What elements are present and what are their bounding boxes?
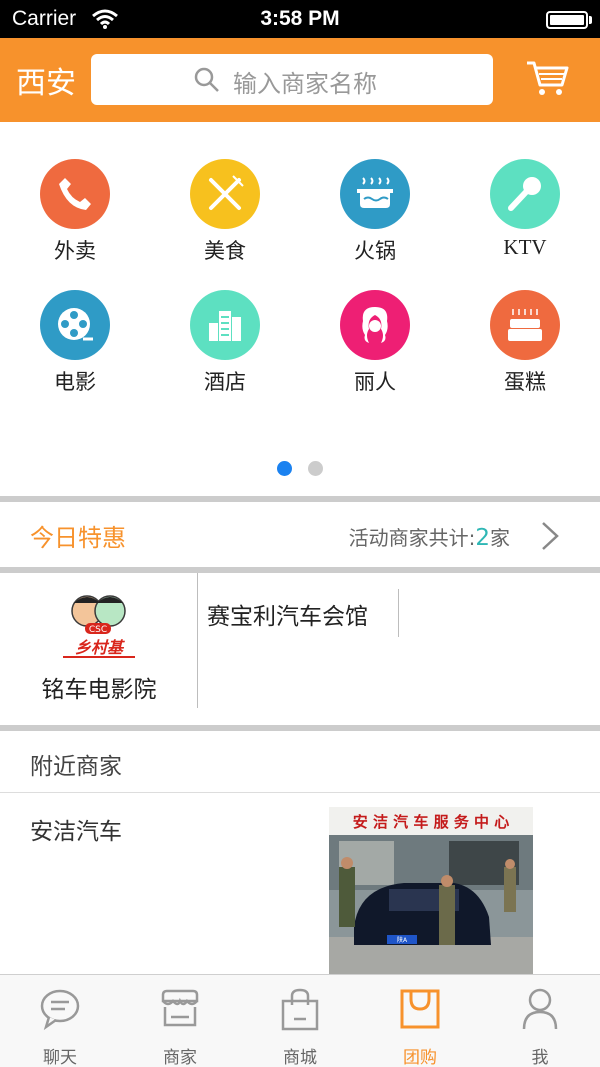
tab-label: 团购 (403, 1048, 437, 1067)
photo-sign-text: 安 洁 汽 车 服 务 中 心 (353, 813, 510, 831)
category-label: 酒店 (204, 370, 246, 394)
svg-text:陕A: 陕A (397, 936, 408, 944)
category-ktv[interactable]: KTV (450, 159, 600, 260)
category-hotpot[interactable]: 火锅 (300, 159, 450, 265)
tab-group-buy[interactable]: 团购 (360, 975, 480, 1067)
nearby-section-header: 附近商家 (0, 731, 600, 793)
tab-mall[interactable]: 商城 (240, 975, 360, 1067)
phone-icon (40, 159, 110, 229)
category-cake[interactable]: 蛋糕 (450, 290, 600, 396)
clock: 3:58 PM (260, 7, 340, 30)
tab-merchants[interactable]: 商家 (120, 975, 240, 1067)
nearby-title: 附近商家 (30, 754, 122, 780)
battery-tip (589, 16, 592, 24)
chat-icon (40, 989, 80, 1031)
tab-label: 商城 (283, 1048, 317, 1067)
cart-icon[interactable] (525, 59, 569, 101)
merchant-name: 赛宝利汽车会馆 (207, 604, 368, 630)
building-icon (190, 290, 260, 360)
top-header: 西安 输入商家名称 (0, 38, 600, 122)
person-icon (522, 988, 558, 1030)
woman-face-icon (340, 290, 410, 360)
hotpot-icon (340, 159, 410, 229)
category-label: 美食 (204, 239, 246, 263)
city-selector[interactable]: 西安 (16, 58, 76, 102)
merchant-name: 安洁汽车 (30, 819, 122, 845)
merchant-logo: CSC 乡村基 (55, 593, 143, 667)
category-label: 火锅 (354, 239, 396, 263)
tab-chat[interactable]: 聊天 (0, 975, 120, 1067)
count-unit: 家 (490, 526, 510, 550)
count-label: 活动商家共计: (348, 526, 476, 550)
tab-label: 商家 (163, 1048, 197, 1067)
page-dot-active[interactable] (277, 461, 292, 476)
category-label: KTV (503, 235, 547, 259)
nearby-merchant-item[interactable]: 安洁汽车 安 洁 汽 车 服 务 中 心 陕A (0, 794, 600, 974)
status-bar: Carrier 3:58 PM (0, 0, 600, 38)
count-value: 2 (475, 525, 490, 551)
logo-text: 乡村基 (75, 638, 125, 657)
deal-merchant-count: 活动商家共计:2家 (349, 522, 510, 551)
category-hotel[interactable]: 酒店 (150, 290, 300, 396)
search-placeholder: 输入商家名称 (233, 70, 377, 98)
battery-icon (546, 11, 588, 29)
tab-label: 聊天 (43, 1048, 77, 1067)
category-label: 外卖 (54, 239, 96, 263)
tab-me[interactable]: 我 (480, 975, 600, 1067)
category-label: 丽人 (354, 370, 396, 394)
today-deals-title: 今日特惠 (30, 524, 126, 552)
category-label: 电影 (54, 370, 96, 394)
category-takeout[interactable]: 外卖 (0, 159, 150, 265)
merchant-card[interactable]: CSC 乡村基 铭车电影院 (0, 573, 198, 708)
page-dot[interactable] (308, 461, 323, 476)
bottom-tab-bar: 聊天 商家 商城 团购 我 (0, 974, 600, 1067)
page-indicator[interactable] (0, 461, 600, 480)
cake-icon (490, 290, 560, 360)
merchant-card[interactable]: 赛宝利汽车会馆 (199, 589, 399, 637)
film-reel-icon (40, 290, 110, 360)
search-icon (194, 67, 220, 97)
chevron-right-icon[interactable] (540, 520, 560, 556)
microphone-icon (490, 159, 560, 229)
group-buy-bag-icon (400, 989, 440, 1029)
tab-label: 我 (531, 1048, 549, 1067)
merchant-photo: 安 洁 汽 车 服 务 中 心 陕A (329, 807, 533, 974)
category-movie[interactable]: 电影 (0, 290, 150, 396)
today-deals-row[interactable]: 今日特惠 活动商家共计:2家 (0, 502, 600, 567)
logo-badge: CSC (89, 625, 107, 635)
category-beauty[interactable]: 丽人 (300, 290, 450, 396)
category-food[interactable]: 美食 (150, 159, 300, 265)
fork-knife-icon (190, 159, 260, 229)
category-label: 蛋糕 (504, 370, 546, 394)
search-input[interactable]: 输入商家名称 (91, 54, 493, 105)
category-grid: 外卖 美食 火锅 KTV 电影 酒店 丽人 蛋糕 (0, 122, 600, 496)
shopping-bag-icon (281, 988, 319, 1031)
store-icon (161, 989, 199, 1027)
deal-merchants: CSC 乡村基 铭车电影院 赛宝利汽车会馆 (0, 573, 600, 725)
merchant-name: 铭车电影院 (41, 677, 157, 703)
